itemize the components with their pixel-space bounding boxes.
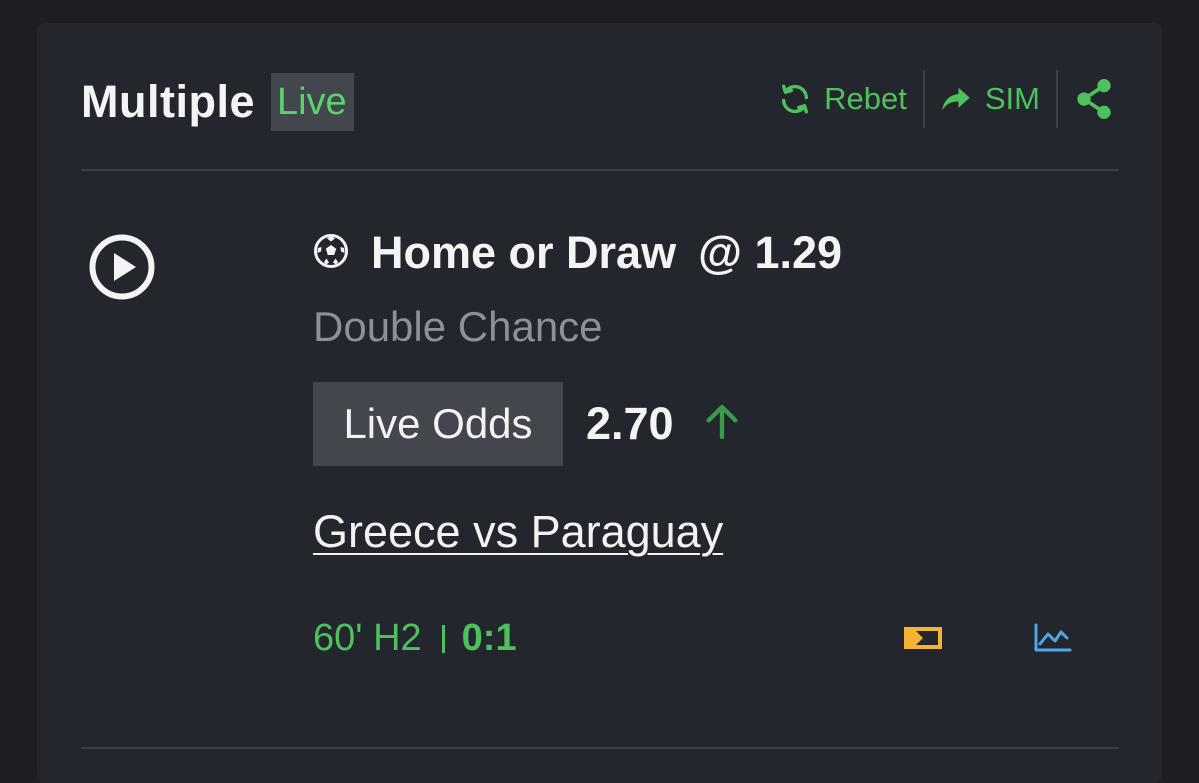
live-odds-value: 2.70 [586,398,674,449]
action-separator [922,70,925,128]
bet-type-title: Multiple [81,76,255,127]
bet-header: Multiple Live [81,73,354,131]
tv-stream-icon[interactable] [903,626,943,655]
live-odds-row: Live Odds 2.70 [313,382,742,466]
status-separator [441,624,445,653]
action-separator [1056,70,1058,128]
share-button[interactable] [1074,70,1114,128]
arrow-up-icon [702,402,742,447]
soccer-ball-icon [313,228,349,280]
play-icon[interactable] [89,234,155,300]
header-divider [81,169,1119,171]
sim-label: SIM [984,81,1040,116]
match-status: 60' H2 0:1 [313,617,517,660]
match-link[interactable]: Greece vs Paraguay [313,506,723,558]
selection-odds: @ 1.29 [698,227,843,278]
market-name: Double Chance [313,303,603,350]
rebet-button[interactable]: Rebet [778,70,907,128]
header-actions: Rebet SIM [778,70,1114,128]
bottom-divider [81,747,1119,749]
rebet-label: Rebet [824,81,907,116]
refresh-icon [778,82,812,116]
share-icon [1074,77,1114,121]
line-chart-icon[interactable] [1034,623,1072,658]
selection-line: Home or Draw @ 1.29 [313,226,842,280]
sim-button[interactable]: SIM [941,70,1040,128]
live-badge: Live [270,73,354,131]
live-odds-label: Live Odds [313,382,563,466]
match-clock: 60' H2 [313,617,422,659]
bet-card: Multiple Live Rebet SIM Home or Draw @ 1… [37,23,1162,783]
selection-name: Home or Draw [371,227,677,278]
match-score: 0:1 [461,617,517,659]
forward-arrow-icon [941,86,971,112]
